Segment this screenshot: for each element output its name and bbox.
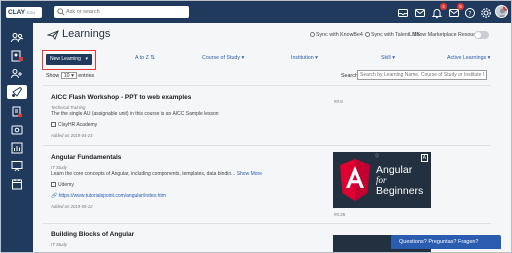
learning-url-link[interactable]: 🔗 https://www.tutorialspoint.com/angular… bbox=[51, 193, 166, 199]
chat-widget-button[interactable]: Questions? Preguntas? Fragen? bbox=[391, 235, 501, 249]
learning-title-link[interactable]: AICC Flash Workshop - PPT to web example… bbox=[51, 94, 191, 101]
sidebar-board-icon[interactable] bbox=[10, 159, 24, 173]
learning-title-link[interactable]: Angular Fundamentals bbox=[51, 154, 121, 161]
provider-icon bbox=[51, 182, 56, 187]
learning-date: Added on 2019-04-24 bbox=[51, 133, 93, 138]
sync-knowbe4-option[interactable]: Sync with KnowBe4 bbox=[310, 32, 363, 38]
avatar-badge: 3 bbox=[503, 6, 507, 11]
toggle-knob bbox=[475, 32, 481, 38]
learning-description: Learn the core concepts of Angular, incl… bbox=[51, 171, 262, 177]
learning-rating: #0.25 bbox=[334, 212, 346, 217]
entries-value: 10 bbox=[63, 73, 70, 79]
angular-logo-icon bbox=[340, 159, 370, 201]
sort-icon: ⇅ bbox=[150, 55, 155, 61]
user-avatar[interactable]: 3 bbox=[495, 5, 508, 18]
learning-type: IT Study bbox=[51, 242, 68, 247]
active-learnings-filter-label: Active Learnings bbox=[447, 55, 487, 61]
app-logo[interactable]: CLAY EDU bbox=[6, 7, 42, 18]
chevron-down-icon: ▾ bbox=[315, 55, 318, 61]
skill-filter[interactable]: Skill ▾ bbox=[381, 55, 395, 61]
main-content: Learnings Sync with KnowBe4 Sync with Ta… bbox=[33, 23, 511, 252]
global-search[interactable] bbox=[54, 6, 189, 18]
divider bbox=[43, 145, 491, 146]
messages-icon[interactable]: 5 bbox=[448, 3, 464, 18]
learning-description-text: Learn the core concepts of Angular, incl… bbox=[51, 171, 236, 177]
global-search-input[interactable] bbox=[66, 7, 184, 17]
messages-badge: 5 bbox=[457, 3, 464, 10]
learning-type: Technical Training bbox=[51, 105, 86, 110]
chevron-down-icon: ▾ bbox=[85, 56, 88, 62]
active-learnings-filter[interactable]: Active Learnings ▾ bbox=[447, 55, 490, 61]
sidebar-profile-icon[interactable] bbox=[10, 49, 24, 63]
sync-talentlms-option[interactable]: Sync with TalentLMS bbox=[365, 32, 420, 38]
notifications-badge: 1 bbox=[440, 3, 447, 10]
settings-gear-icon[interactable] bbox=[480, 6, 492, 18]
sidebar-learning-icon[interactable] bbox=[7, 85, 27, 99]
thumbnail-top-label: ⓘ bbox=[375, 153, 379, 158]
thumbnail-line-3: Beginners bbox=[376, 185, 424, 197]
top-navigation-bar: CLAY EDU 1 5 ? 3 bbox=[1, 1, 511, 23]
show-marketplace-label: Show Marketplace Resources bbox=[413, 32, 484, 38]
learning-date: Added on 2019-08-12 bbox=[51, 204, 93, 209]
learning-provider: ClayHR Academy bbox=[51, 122, 97, 128]
show-marketplace-toggle[interactable] bbox=[474, 31, 489, 39]
new-learning-label: New Learning bbox=[50, 56, 81, 62]
sync-knowbe4-label: Sync with KnowBe4 bbox=[316, 32, 363, 38]
chevron-down-icon: ▾ bbox=[392, 55, 395, 61]
link-icon: 🔗 bbox=[51, 193, 58, 199]
learning-type: IT Study bbox=[51, 165, 68, 170]
sidebar-documents-icon[interactable] bbox=[10, 105, 24, 119]
show-more-link[interactable]: Show More bbox=[237, 171, 262, 177]
divider bbox=[43, 85, 491, 86]
notifications-bell-icon[interactable]: 1 bbox=[431, 3, 447, 19]
sidebar-reports-icon[interactable] bbox=[10, 141, 24, 155]
logo-suffix: EDU bbox=[26, 10, 36, 15]
entries-label: entries bbox=[78, 73, 95, 79]
divider bbox=[43, 223, 491, 224]
help-icon[interactable]: ? bbox=[464, 6, 476, 18]
entries-select[interactable]: 10 ▾ bbox=[60, 72, 77, 79]
app-window: CLAY EDU 1 5 ? 3 bbox=[0, 0, 512, 253]
sort-a-to-z-label: A to Z bbox=[135, 55, 149, 61]
sync-knowbe4-radio[interactable] bbox=[310, 32, 315, 37]
sidebar-money-icon[interactable] bbox=[10, 123, 24, 137]
skill-filter-label: Skill bbox=[381, 55, 391, 61]
chevron-down-icon: ▾ bbox=[241, 55, 245, 61]
thumbnail-badge: A bbox=[420, 154, 428, 162]
mail-icon[interactable] bbox=[414, 6, 426, 18]
search-icon bbox=[57, 8, 65, 16]
sidebar bbox=[1, 23, 33, 252]
institution-filter[interactable]: Institution ▾ bbox=[291, 55, 318, 61]
sidebar-people-icon[interactable] bbox=[10, 31, 24, 45]
sidebar-people-add-icon[interactable] bbox=[10, 67, 24, 81]
inbox-icon[interactable] bbox=[397, 6, 409, 18]
institution-filter-label: Institution bbox=[291, 55, 314, 61]
sync-talentlms-radio[interactable] bbox=[365, 32, 370, 37]
page-title: Learnings bbox=[62, 28, 111, 40]
learning-thumbnail[interactable]: ⓘ A Angular for Beginners bbox=[333, 152, 431, 208]
new-learning-highlight: New Learning ▾ bbox=[42, 50, 96, 70]
svg-text:?: ? bbox=[468, 10, 471, 17]
learnings-icon bbox=[47, 30, 59, 40]
learning-title-link[interactable]: Building Blocks of Angular bbox=[51, 231, 134, 238]
provider-name: ClayHR Academy bbox=[58, 122, 98, 128]
course-of-study-filter[interactable]: Course of Study ▾ bbox=[202, 55, 244, 61]
thumbnail-line-2: for bbox=[376, 175, 387, 185]
table-search-input[interactable] bbox=[357, 70, 487, 80]
learning-provider: Udemy bbox=[51, 182, 74, 188]
sidebar-calendar-icon[interactable] bbox=[10, 177, 24, 191]
course-of-study-filter-label: Course of Study bbox=[202, 55, 240, 61]
provider-name: Udemy bbox=[58, 182, 74, 188]
learning-rating: #0.5 bbox=[334, 99, 343, 104]
show-label: Show bbox=[46, 73, 60, 79]
provider-icon bbox=[51, 122, 56, 127]
chevron-down-icon: ▾ bbox=[487, 55, 491, 61]
logo-text: CLAY bbox=[8, 9, 25, 16]
learning-description: The the single AU (assignable unit) in t… bbox=[51, 111, 219, 117]
learning-url: https://www.tutorialspoint.com/angular/i… bbox=[58, 193, 166, 199]
sort-a-to-z-filter[interactable]: A to Z ⇅ bbox=[135, 55, 155, 61]
new-learning-button[interactable]: New Learning ▾ bbox=[46, 54, 92, 65]
entries-selector: Show 10 ▾ entries bbox=[46, 72, 94, 79]
